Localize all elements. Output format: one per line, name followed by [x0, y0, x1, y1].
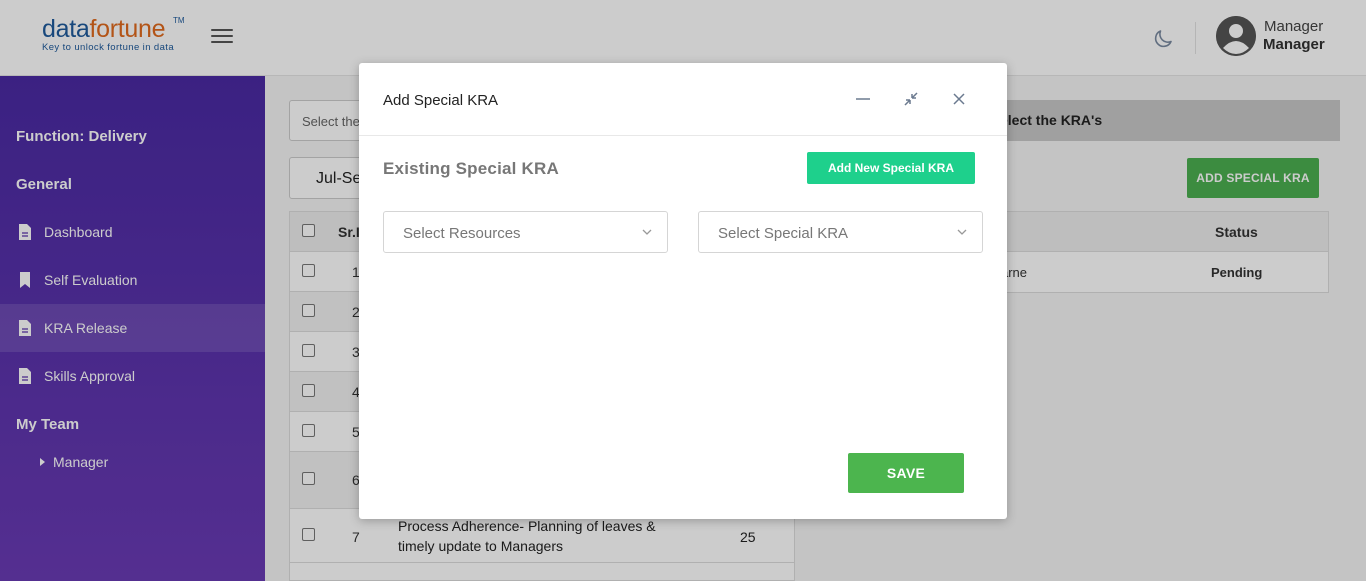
- dropdown-placeholder: Select Resources: [403, 225, 521, 242]
- dialog-header: Add Special KRA: [359, 63, 1007, 136]
- add-special-kra-dialog: Add Special KRA Existing Special KRA Add…: [359, 63, 1007, 519]
- chevron-down-icon: [642, 229, 652, 235]
- existing-special-kra-heading: Existing Special KRA: [383, 159, 559, 178]
- dialog-title: Add Special KRA: [383, 92, 499, 109]
- collapse-icon[interactable]: [901, 89, 921, 109]
- minimize-icon[interactable]: [853, 89, 873, 109]
- dropdown-placeholder: Select Special KRA: [718, 225, 849, 242]
- close-icon[interactable]: [949, 89, 969, 109]
- select-resources-dropdown[interactable]: Select Resources: [383, 211, 668, 253]
- select-special-kra-dropdown[interactable]: Select Special KRA: [698, 211, 983, 253]
- save-button[interactable]: SAVE: [848, 453, 964, 493]
- chevron-down-icon: [957, 229, 967, 235]
- add-new-special-kra-button[interactable]: Add New Special KRA: [807, 152, 975, 184]
